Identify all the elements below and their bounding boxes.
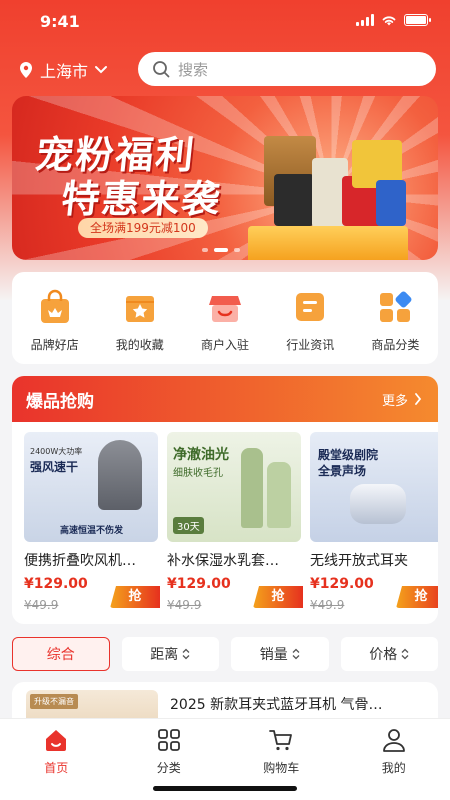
hot-sale-title: 爆品抢购 — [26, 391, 94, 412]
chevron-right-icon — [415, 393, 422, 405]
search-row: 上海市 搜索 — [0, 52, 450, 88]
product-image: 殿堂级剧院 全景声场 — [310, 432, 438, 542]
grab-button[interactable]: 抢 — [396, 586, 438, 608]
chevron-down-icon — [95, 66, 108, 74]
tab-label: 购物车 — [263, 761, 300, 775]
battery-icon — [404, 14, 431, 26]
sort-arrows-icon — [182, 648, 190, 660]
filter-sales[interactable]: 销量 — [231, 637, 329, 671]
filter-distance[interactable]: 距离 — [121, 637, 219, 671]
status-bar: 9:41 — [0, 0, 450, 44]
category-label: 我的收藏 — [115, 338, 164, 352]
hot-sale-more-link[interactable]: 更多 — [382, 390, 422, 409]
location-city: 上海市 — [40, 62, 89, 81]
category-label: 行业资讯 — [286, 338, 335, 352]
list-item-name: 2025 新款耳夹式蓝牙耳机 气骨… — [170, 697, 383, 713]
sort-arrows-icon — [292, 648, 300, 660]
tab-label: 分类 — [156, 761, 181, 775]
banner-promo-tag: 全场满199元减100 — [78, 218, 208, 238]
filter-label: 销量 — [259, 647, 288, 663]
more-label: 更多 — [381, 393, 408, 409]
tab-profile[interactable]: 我的 — [338, 719, 450, 800]
promo-banner[interactable]: 宠粉福利 特惠来袭 全场满199元减100 — [12, 96, 438, 260]
star-folder-icon — [125, 296, 154, 322]
grab-button[interactable]: 抢 — [110, 586, 160, 608]
sort-arrows-icon — [401, 648, 409, 660]
tab-label: 首页 — [44, 761, 69, 775]
grab-button[interactable]: 抢 — [253, 586, 303, 608]
location-pin-icon — [20, 62, 32, 78]
home-indicator — [153, 786, 297, 791]
filter-label: 综合 — [46, 647, 75, 663]
sort-filter-bar: 综合 距离 销量 价格 — [12, 637, 438, 671]
search-icon — [153, 61, 170, 78]
category-label: 商品分类 — [371, 338, 420, 352]
banner-title-line2: 特惠来袭 — [59, 177, 224, 221]
store-awning-icon — [209, 296, 241, 322]
product-card[interactable]: 殿堂级剧院 全景声场 无线开放式耳夹 ¥129.00 ¥49.9 抢 — [310, 432, 438, 612]
status-time: 9:41 — [40, 12, 80, 31]
status-icons — [356, 14, 431, 26]
product-card[interactable]: 净澈油光 细肤收毛孔 30天 补水保湿水乳套… ¥129.00 ¥49.9 抢 — [167, 432, 303, 612]
product-image: 净澈油光 细肤收毛孔 30天 — [167, 432, 301, 542]
filter-price[interactable]: 价格 — [340, 637, 438, 671]
hot-sale-header: 爆品抢购 更多 — [12, 376, 438, 422]
filter-label: 价格 — [369, 647, 398, 663]
category-label: 商户入驻 — [201, 338, 250, 352]
user-icon — [382, 729, 405, 752]
product-name: 补水保湿水乳套… — [167, 553, 279, 569]
thumb-tag: 升级不漏音 — [30, 694, 78, 709]
grid-category-icon — [380, 291, 412, 322]
tab-label: 我的 — [381, 761, 406, 775]
tab-home[interactable]: 首页 — [0, 719, 113, 800]
shop-bag-icon — [40, 289, 69, 323]
filter-label: 距离 — [150, 647, 179, 663]
category-grid: 品牌好店 我的收藏 商户入驻 行业资讯 商品分类 — [12, 272, 438, 364]
hot-sale-products: 2400W大功率 强风速干 高速恒温不伤发 便携折叠吹风机… ¥129.00 ¥… — [12, 422, 438, 624]
signal-icon — [356, 14, 374, 26]
product-image: 2400W大功率 强风速干 高速恒温不伤发 — [24, 432, 158, 542]
category-industry-news[interactable]: 行业资讯 — [268, 272, 353, 364]
category-brand-shops[interactable]: 品牌好店 — [12, 272, 97, 364]
category-product-categories[interactable]: 商品分类 — [353, 272, 438, 364]
wifi-icon — [382, 16, 396, 26]
banner-pagination — [202, 248, 240, 252]
home-icon — [46, 730, 67, 751]
search-placeholder: 搜索 — [178, 60, 209, 79]
category-merchant-join[interactable]: 商户入驻 — [182, 272, 267, 364]
cart-icon — [269, 730, 293, 751]
hot-sale-section: 爆品抢购 更多 2400W大功率 强风速干 高速恒温不伤发 便携折叠吹风机… ¥… — [12, 376, 438, 624]
category-label: 品牌好店 — [30, 338, 79, 352]
product-card[interactable]: 2400W大功率 强风速干 高速恒温不伤发 便携折叠吹风机… ¥129.00 ¥… — [24, 432, 160, 612]
product-name: 无线开放式耳夹 — [310, 553, 408, 569]
category-favorites[interactable]: 我的收藏 — [97, 272, 182, 364]
news-icon — [296, 293, 325, 321]
product-name: 便携折叠吹风机… — [24, 553, 136, 569]
grid-icon — [157, 729, 180, 751]
filter-comprehensive[interactable]: 综合 — [12, 637, 110, 671]
location-selector[interactable]: 上海市 — [18, 58, 108, 82]
search-input[interactable]: 搜索 — [138, 52, 436, 86]
